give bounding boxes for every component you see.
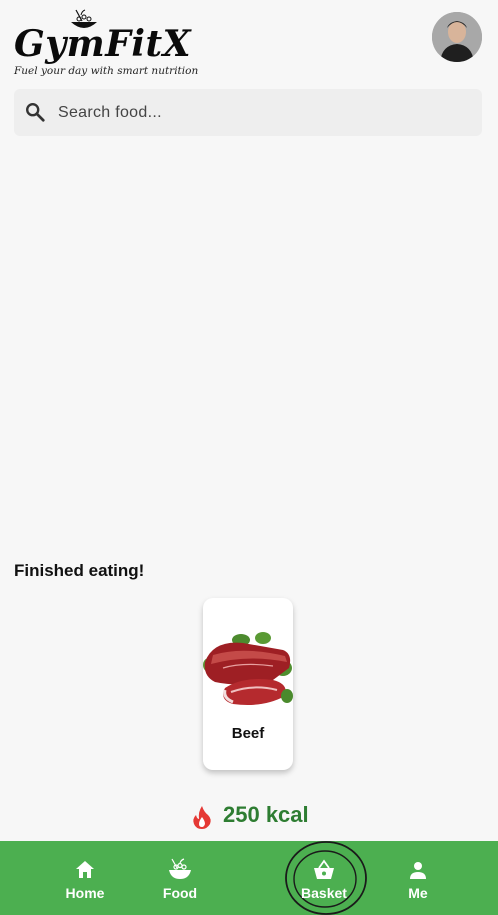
nav-label-food: Food [162,885,198,901]
logo-wordmark: GymFitX [14,23,192,65]
app-logo: GymFitX Fuel your day with smart nutriti… [14,8,198,82]
food-name: Beef [231,725,265,742]
nav-item-basket[interactable]: Basket [279,841,369,915]
beef-image [203,632,293,705]
kcal-value: 250 kcal [223,802,309,827]
food-card-beef[interactable]: Beef [203,598,293,770]
user-avatar[interactable] [432,12,482,62]
app-header: GymFitX Fuel your day with smart nutriti… [0,0,498,84]
search-icon [26,103,45,122]
nav-item-home[interactable]: Home [40,841,130,915]
search-bar[interactable] [14,89,482,136]
home-icon [76,861,94,878]
calorie-summary: 250 kcal [0,800,498,832]
person-icon [410,862,426,879]
basket-icon [314,859,334,879]
search-input[interactable] [58,89,468,136]
flame-icon [193,806,211,829]
section-title: Finished eating! [14,561,145,580]
salad-bowl-icon [169,858,191,879]
nav-label-basket: Basket [301,885,347,901]
nav-item-me[interactable]: Me [373,841,463,915]
bottom-navigation: Home Food Basket Me [0,841,498,915]
nav-item-food[interactable]: Food [135,841,225,915]
avatar-photo [432,12,482,62]
nav-label-home: Home [65,885,105,901]
nav-label-me: Me [408,885,428,901]
tagline: Fuel your day with smart nutrition [14,65,199,77]
